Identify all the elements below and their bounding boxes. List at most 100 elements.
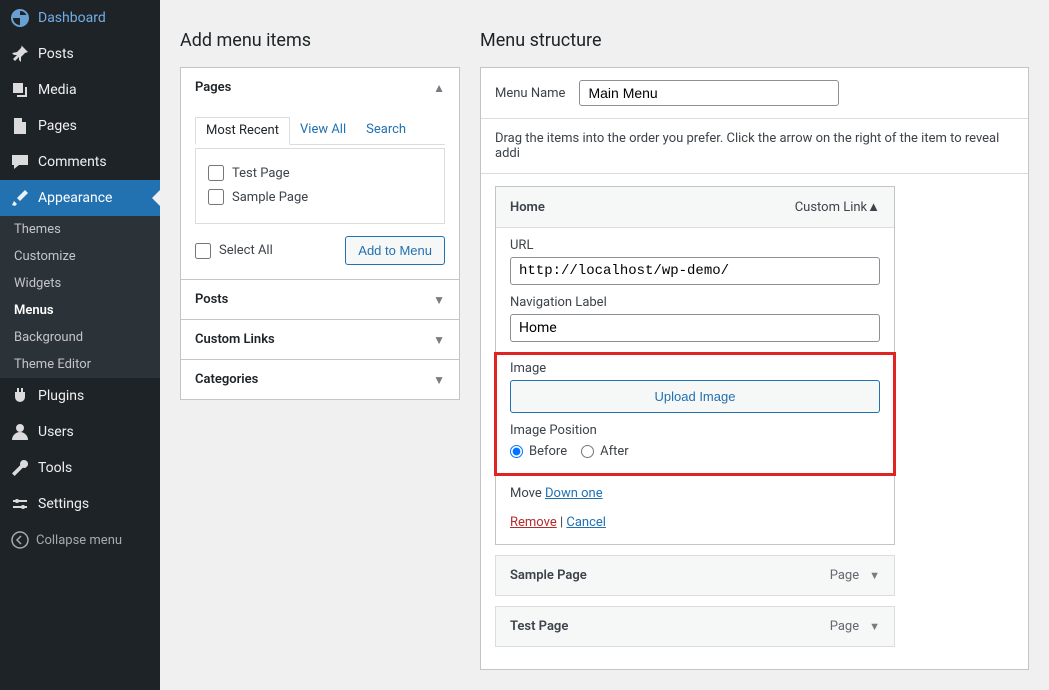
- navigation-input[interactable]: [510, 314, 880, 342]
- tools-icon: [10, 458, 30, 478]
- tab-most-recent[interactable]: Most Recent: [195, 117, 290, 145]
- add-items-accordion: Pages ▲ Most Recent View All Search Test…: [180, 67, 460, 400]
- chevron-down-icon: ▼: [433, 333, 445, 347]
- menu-item-sample-page[interactable]: Sample Page Page▼: [495, 555, 895, 596]
- image-position-label: Image Position: [510, 423, 880, 438]
- menu-item-type: Page▼: [830, 619, 880, 634]
- select-all-label: Select All: [219, 243, 273, 258]
- menu-item-home: Home Custom Link▲ URL Navigation Label: [495, 186, 895, 545]
- cancel-link[interactable]: Cancel: [566, 515, 606, 530]
- collapse-menu[interactable]: Collapse menu: [0, 522, 160, 558]
- upload-image-button[interactable]: Upload Image: [510, 380, 880, 413]
- chevron-down-icon: ▼: [869, 569, 880, 582]
- accordion-label: Posts: [195, 292, 228, 307]
- submenu-item-customize[interactable]: Customize: [0, 243, 160, 270]
- sidebar-label: Media: [38, 82, 77, 98]
- submenu-item-themes[interactable]: Themes: [0, 216, 160, 243]
- remove-link[interactable]: Remove: [510, 515, 557, 530]
- menu-item-handle[interactable]: Home Custom Link▲: [496, 187, 894, 228]
- dashboard-icon: [10, 8, 30, 28]
- accordion-label: Pages: [195, 80, 231, 95]
- menu-item-type: Custom Link▲: [795, 199, 880, 215]
- navigation-label: Navigation Label: [510, 295, 880, 310]
- accordion-label: Custom Links: [195, 332, 275, 347]
- helper-text: Drag the items into the order you prefer…: [481, 119, 1028, 174]
- sidebar-item-posts[interactable]: Posts: [0, 36, 160, 72]
- select-all-checkbox[interactable]: [195, 243, 211, 259]
- before-label: Before: [529, 444, 567, 459]
- sidebar-label: Pages: [38, 118, 77, 134]
- move-label: Move: [510, 486, 542, 501]
- accordion-header-custom-links[interactable]: Custom Links ▼: [181, 320, 459, 359]
- tab-search[interactable]: Search: [356, 117, 416, 144]
- menu-name-input[interactable]: [579, 80, 839, 106]
- user-icon: [10, 422, 30, 442]
- position-after-radio[interactable]: [581, 445, 594, 458]
- pages-tabs: Most Recent View All Search: [195, 117, 445, 145]
- submenu-item-background[interactable]: Background: [0, 324, 160, 351]
- sidebar-label: Tools: [38, 460, 72, 476]
- sidebar-item-plugins[interactable]: Plugins: [0, 378, 160, 414]
- sidebar-item-comments[interactable]: Comments: [0, 144, 160, 180]
- page-list: Test Page Sample Page: [195, 148, 445, 224]
- move-down-link[interactable]: Down one: [545, 486, 603, 501]
- sidebar-item-dashboard[interactable]: Dashboard: [0, 0, 160, 36]
- sidebar-item-appearance[interactable]: Appearance: [0, 180, 160, 216]
- sidebar-item-media[interactable]: Media: [0, 72, 160, 108]
- sidebar-item-settings[interactable]: Settings: [0, 486, 160, 522]
- chevron-down-icon: ▼: [869, 620, 880, 633]
- submenu-item-menus[interactable]: Menus: [0, 297, 160, 324]
- url-input[interactable]: [510, 257, 880, 285]
- sidebar-label: Posts: [38, 46, 74, 62]
- menu-structure-panel: Menu Name Drag the items into the order …: [480, 67, 1029, 670]
- collapse-icon: [10, 530, 30, 550]
- accordion-header-categories[interactable]: Categories ▼: [181, 360, 459, 399]
- menu-item-title: Home: [510, 200, 545, 215]
- sidebar-label: Comments: [38, 154, 107, 170]
- accordion-header-posts[interactable]: Posts ▼: [181, 280, 459, 319]
- media-icon: [10, 80, 30, 100]
- submenu-item-widgets[interactable]: Widgets: [0, 270, 160, 297]
- menu-item-title: Sample Page: [510, 568, 587, 583]
- url-label: URL: [510, 238, 880, 253]
- sidebar-label: Settings: [38, 496, 89, 512]
- accordion-header-pages[interactable]: Pages ▲: [181, 68, 459, 107]
- sidebar-item-users[interactable]: Users: [0, 414, 160, 450]
- page-icon: [10, 116, 30, 136]
- sidebar-item-tools[interactable]: Tools: [0, 450, 160, 486]
- chevron-down-icon: ▼: [433, 373, 445, 387]
- brush-icon: [10, 188, 30, 208]
- tab-view-all[interactable]: View All: [290, 117, 356, 144]
- sidebar-label: Appearance: [38, 190, 112, 206]
- page-checkbox-sample[interactable]: [208, 189, 224, 205]
- sidebar-label: Users: [38, 424, 74, 440]
- menu-name-label: Menu Name: [495, 86, 565, 101]
- page-item-label: Test Page: [232, 166, 290, 181]
- menu-structure-title: Menu structure: [480, 30, 1029, 51]
- plug-icon: [10, 386, 30, 406]
- page-checkbox-test[interactable]: [208, 165, 224, 181]
- image-label: Image: [510, 361, 880, 376]
- image-highlight-box: Image Upload Image Image Position Before…: [494, 352, 896, 476]
- add-to-menu-button[interactable]: Add to Menu: [345, 236, 445, 265]
- position-before-radio[interactable]: [510, 445, 523, 458]
- sidebar-submenu: Themes Customize Widgets Menus Backgroun…: [0, 216, 160, 378]
- pin-icon: [10, 44, 30, 64]
- chevron-down-icon: ▼: [433, 293, 445, 307]
- sidebar-item-pages[interactable]: Pages: [0, 108, 160, 144]
- add-items-title: Add menu items: [180, 30, 460, 51]
- chevron-up-icon: ▲: [867, 200, 880, 215]
- move-row: Move Down one: [510, 486, 880, 501]
- page-item-label: Sample Page: [232, 190, 308, 205]
- chevron-up-icon: ▲: [433, 81, 445, 95]
- menu-item-test-page[interactable]: Test Page Page▼: [495, 606, 895, 647]
- accordion-label: Categories: [195, 372, 258, 387]
- admin-sidebar: Dashboard Posts Media Pages Comments App…: [0, 0, 160, 690]
- collapse-label: Collapse menu: [36, 533, 122, 548]
- sidebar-label: Plugins: [38, 388, 84, 404]
- menu-item-type: Page▼: [830, 568, 880, 583]
- settings-icon: [10, 494, 30, 514]
- submenu-item-theme-editor[interactable]: Theme Editor: [0, 351, 160, 378]
- after-label: After: [600, 444, 629, 459]
- menu-item-title: Test Page: [510, 619, 568, 634]
